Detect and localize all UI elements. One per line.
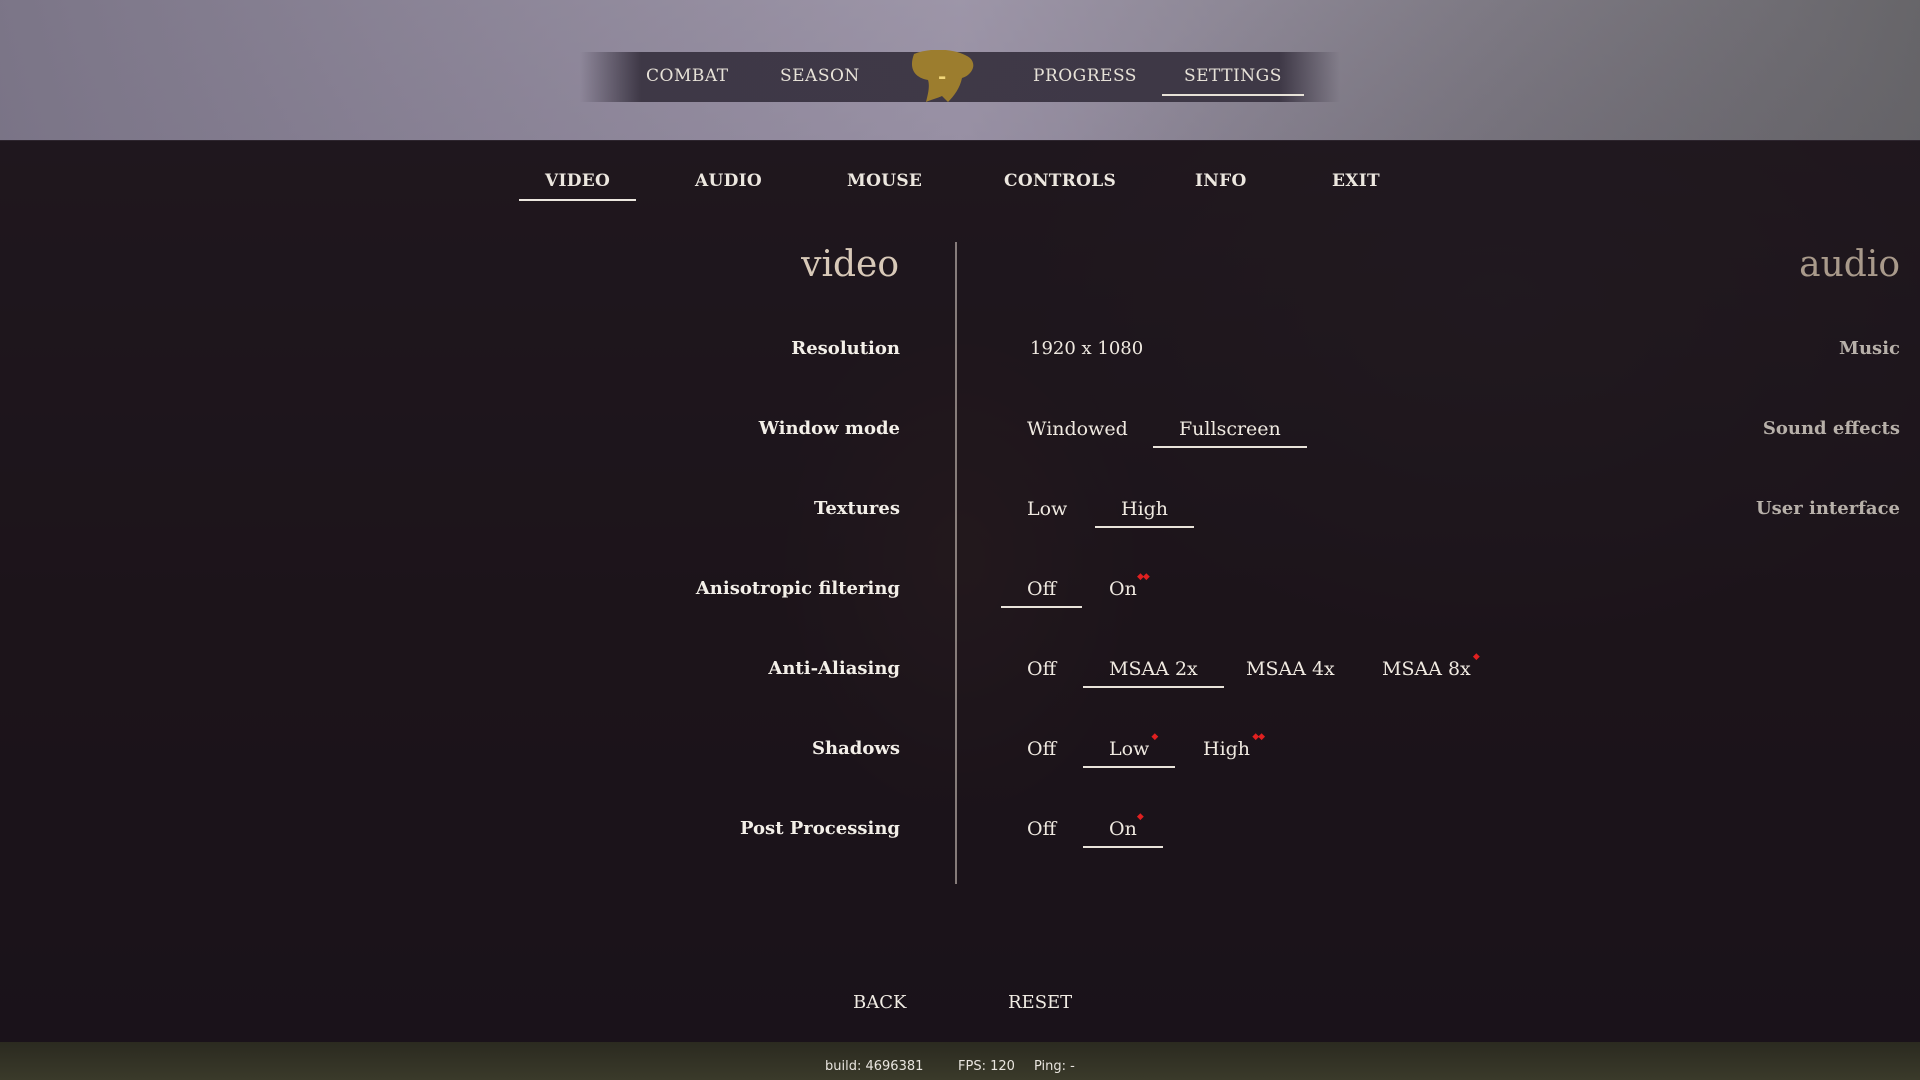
option-postprocessing-on[interactable]: On ◆ [1083,812,1163,848]
option-anisotropic-off[interactable]: Off [1000,578,1083,608]
label-textures: Textures [814,498,900,519]
top-nav-season[interactable]: SEASON [780,66,860,86]
label-music: Music [1839,338,1900,359]
option-shadows-high-label: High [1203,738,1251,760]
label-shadows: Shadows [812,738,900,759]
video-section-title: video [801,244,899,285]
option-aa-msaa8x[interactable]: MSAA 8x ◆ [1382,652,1480,680]
option-postprocessing-on-label: On [1109,818,1137,840]
label-post-processing: Post Processing [740,818,900,839]
top-nav-progress[interactable]: PROGRESS [1033,66,1137,86]
game-logo[interactable]: - [904,49,982,102]
ping-indicator: Ping: - [1034,1059,1075,1074]
label-resolution: Resolution [791,338,900,359]
tab-info[interactable]: INFO [1195,171,1247,191]
option-shadows-low[interactable]: Low ◆ [1082,732,1176,768]
option-anisotropic-on[interactable]: On ◆◆ [1109,572,1150,600]
label-window-mode: Window mode [758,418,900,439]
resolution-dropdown[interactable]: 1920 x 1080 [1030,338,1143,359]
label-anisotropic-filtering: Anisotropic filtering [695,578,900,599]
option-windowed[interactable]: Windowed [1027,418,1128,440]
label-anti-aliasing: Anti-Aliasing [768,658,900,679]
performance-marker-icon: ◆◆ [1136,572,1150,582]
option-anisotropic-on-label: On [1109,578,1137,600]
option-aa-off[interactable]: Off [1027,658,1056,680]
option-fullscreen[interactable]: Fullscreen [1153,418,1307,448]
top-nav-settings[interactable]: SETTINGS [1162,66,1304,96]
label-sound-effects: Sound effects [1762,418,1900,439]
option-postprocessing-off[interactable]: Off [1027,818,1056,840]
option-textures-low[interactable]: Low [1027,498,1067,520]
option-shadows-low-label: Low [1109,738,1150,760]
top-nav-combat[interactable]: COMBAT [646,66,729,86]
option-shadows-high[interactable]: High ◆◆ [1203,732,1265,760]
tab-video[interactable]: VIDEO [518,171,637,201]
tab-mouse[interactable]: MOUSE [847,171,922,191]
option-textures-high[interactable]: High [1094,498,1195,528]
logo-text: - [938,64,947,88]
option-aa-msaa4x[interactable]: MSAA 4x [1246,658,1335,680]
performance-marker-icon: ◆◆ [1252,732,1265,742]
tab-controls[interactable]: CONTROLS [1004,171,1116,191]
reset-button[interactable]: RESET [1008,992,1072,1013]
back-button[interactable]: BACK [853,992,906,1013]
fps-counter: FPS: 120 [958,1059,1015,1074]
tab-exit[interactable]: EXIT [1332,171,1380,191]
option-aa-msaa2x[interactable]: MSAA 2x [1083,658,1224,688]
performance-marker-icon: ◆ [1472,652,1480,662]
option-shadows-off[interactable]: Off [1027,738,1056,760]
settings-overlay [0,140,1920,1042]
performance-marker-icon: ◆ [1136,812,1144,822]
build-version: build: 4696381 [825,1059,924,1074]
column-divider [955,242,957,884]
label-user-interface: User interface [1755,498,1900,519]
option-aa-msaa8x-label: MSAA 8x [1382,658,1471,680]
performance-marker-icon: ◆ [1151,732,1158,742]
audio-section-title: audio [1799,244,1900,285]
tab-audio[interactable]: AUDIO [695,171,762,191]
